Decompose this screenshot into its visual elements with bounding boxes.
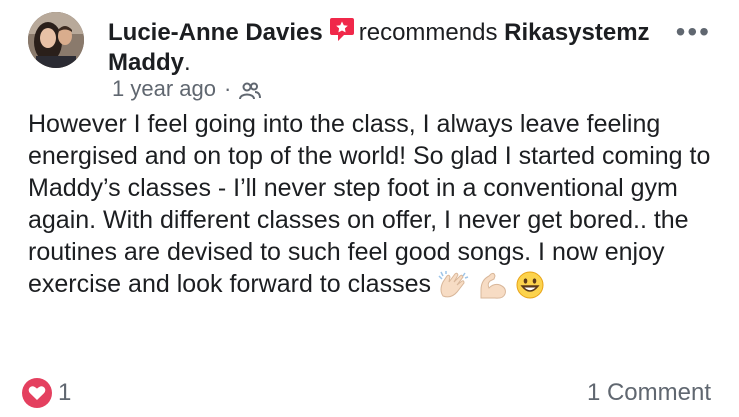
recommendation-post: Lucie-Anne Davies recommends Rikasystemz … bbox=[0, 0, 739, 417]
emoji-row bbox=[437, 270, 545, 300]
post-header: Lucie-Anne Davies recommends Rikasystemz … bbox=[108, 16, 668, 78]
post-body-text: However I feel going into the class, I a… bbox=[28, 110, 711, 298]
timestamp[interactable]: 1 year ago bbox=[112, 76, 216, 102]
reactions-summary[interactable]: 1 bbox=[22, 378, 71, 408]
recommendation-icon bbox=[329, 16, 355, 42]
post-meta: 1 year ago · bbox=[112, 76, 262, 102]
author-name[interactable]: Lucie-Anne Davies bbox=[108, 19, 323, 46]
avatar[interactable] bbox=[28, 12, 84, 68]
profile-photo bbox=[28, 12, 84, 68]
meta-separator: · bbox=[223, 76, 232, 101]
friends-icon bbox=[239, 80, 262, 100]
grinning-face-icon bbox=[515, 270, 545, 300]
flexed-biceps-icon bbox=[477, 270, 509, 300]
post-footer: 1 1 Comment bbox=[22, 378, 711, 408]
heart-icon bbox=[22, 378, 52, 408]
clapping-hands-icon bbox=[437, 270, 471, 300]
page-name[interactable]: Rikasystemz bbox=[504, 19, 649, 46]
recommends-text: recommends bbox=[358, 19, 498, 46]
page-name-suffix: . bbox=[184, 49, 191, 76]
more-options-button[interactable]: ••• bbox=[676, 18, 711, 46]
page-name-continued[interactable]: Maddy bbox=[108, 49, 184, 76]
headline: Lucie-Anne Davies recommends Rikasystemz … bbox=[108, 16, 668, 78]
comments-link[interactable]: 1 Comment bbox=[587, 379, 711, 407]
post-body: However I feel going into the class, I a… bbox=[28, 108, 718, 300]
reaction-count: 1 bbox=[58, 379, 72, 406]
more-options-icon: ••• bbox=[675, 16, 711, 47]
